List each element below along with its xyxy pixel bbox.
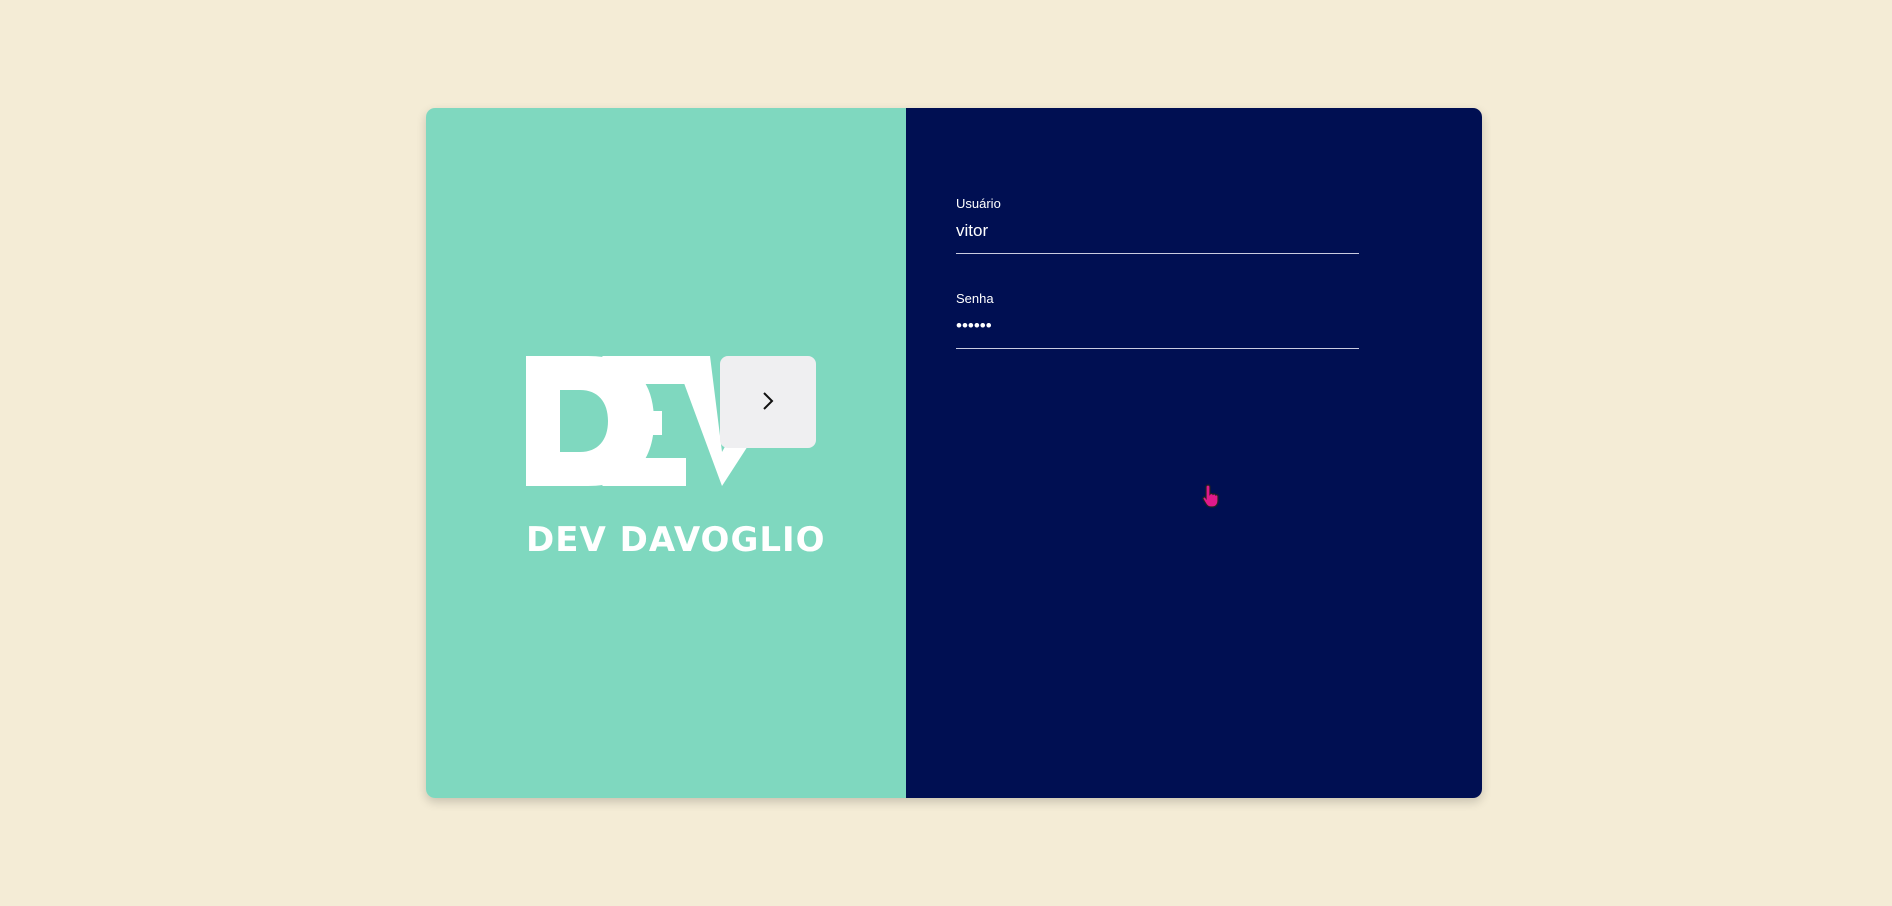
password-input[interactable] — [956, 314, 1359, 349]
brand-name: DEV DAVOGLIO — [526, 520, 826, 560]
username-label: Usuário — [956, 196, 1001, 211]
login-card: DEV DAVOGLIO Usuário Senha — [426, 108, 1482, 798]
password-field: Senha — [956, 291, 1359, 349]
login-submit-button[interactable] — [720, 356, 816, 448]
username-field: Usuário — [956, 196, 1359, 254]
username-input[interactable] — [956, 219, 1359, 254]
chevron-right-icon — [760, 390, 776, 415]
brand-panel: DEV DAVOGLIO — [426, 108, 906, 798]
password-label: Senha — [956, 291, 994, 306]
form-panel: Usuário Senha — [906, 108, 1482, 798]
